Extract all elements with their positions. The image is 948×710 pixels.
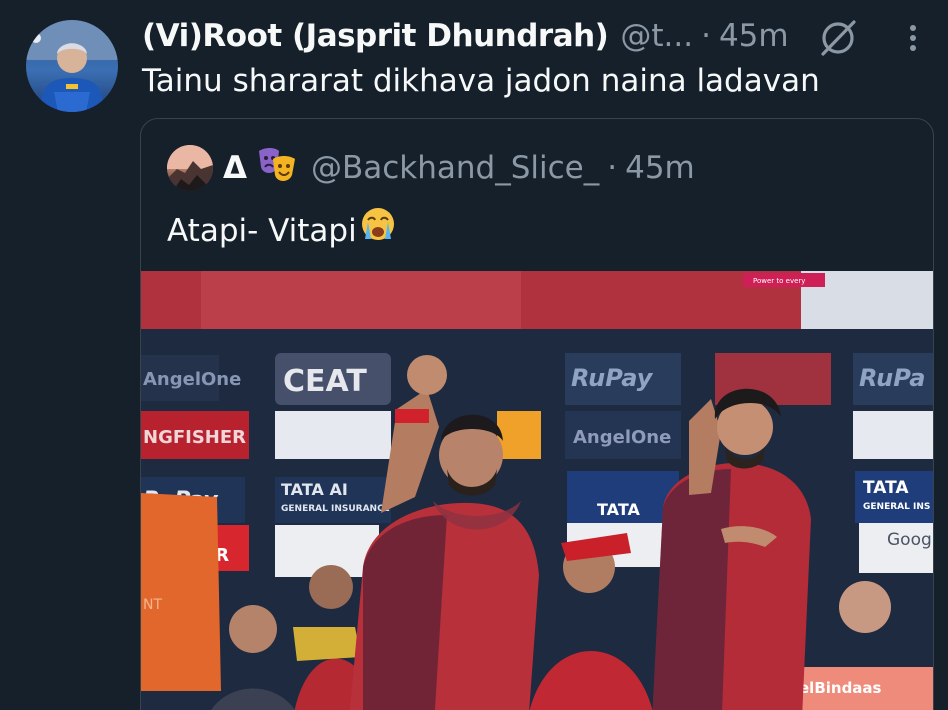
board-tata-2: TATA: [863, 478, 909, 498]
quoted-author-name[interactable]: Δ: [223, 150, 247, 186]
author-handle[interactable]: @t...: [620, 18, 693, 54]
quoted-author-handle[interactable]: @Backhand_Slice_: [311, 150, 599, 186]
timestamp[interactable]: 45m: [719, 18, 789, 54]
board-kingfisher: NGFISHER: [143, 427, 246, 448]
board-general-ins: GENERAL INS: [863, 502, 930, 512]
board-angelone-2: AngelOne: [573, 427, 671, 448]
board-general-insurance: GENERAL INSURANCE: [281, 504, 390, 514]
quoted-text: Atapi- Vitapi: [167, 212, 357, 249]
board-ceat: CEAT: [283, 364, 367, 399]
board-tata-ai: TATA AI: [281, 480, 348, 499]
tweet[interactable]: (Vi)Root (Jasprit Dhundrah) @t... · 45m …: [0, 0, 948, 710]
board-rupay-1: RuPay: [571, 364, 654, 392]
board-elbindaas: elBindaas: [799, 679, 882, 697]
quoted-tweet[interactable]: Δ @Backhand_Slice_ · 45m Atapi- Vitapi P…: [140, 118, 934, 710]
board-nt: NT: [143, 597, 162, 613]
board-tata-1: TATA: [597, 500, 640, 519]
board-google: Goog: [887, 530, 932, 550]
quoted-header: Δ @Backhand_Slice_ · 45m: [223, 143, 695, 193]
grok-icon[interactable]: [818, 18, 860, 62]
board-power: Power to every: [753, 277, 805, 285]
quoted-timestamp[interactable]: 45m: [625, 150, 695, 186]
more-vertical-icon[interactable]: [905, 20, 921, 60]
quoted-media-photo[interactable]: Power to every AngelOne CEAT RuPay RuPa …: [141, 271, 933, 710]
author-name[interactable]: (Vi)Root (Jasprit Dhundrah): [142, 18, 609, 54]
loudly-crying-face-icon: [359, 205, 397, 256]
tweet-header: (Vi)Root (Jasprit Dhundrah) @t... · 45m: [142, 10, 789, 62]
tweet-text: Tainu shararat dikhava jadon naina ladav…: [142, 63, 820, 99]
separator-dot: ·: [701, 18, 711, 54]
board-rupay-2: RuPa: [859, 364, 926, 392]
quoted-author-avatar[interactable]: [167, 145, 213, 191]
performing-arts-mask-icon: [257, 145, 297, 191]
board-angelone-1: AngelOne: [143, 369, 241, 390]
quoted-separator-dot: ·: [607, 150, 618, 186]
author-avatar[interactable]: [26, 20, 118, 112]
quoted-text-row: Atapi- Vitapi: [167, 205, 397, 256]
